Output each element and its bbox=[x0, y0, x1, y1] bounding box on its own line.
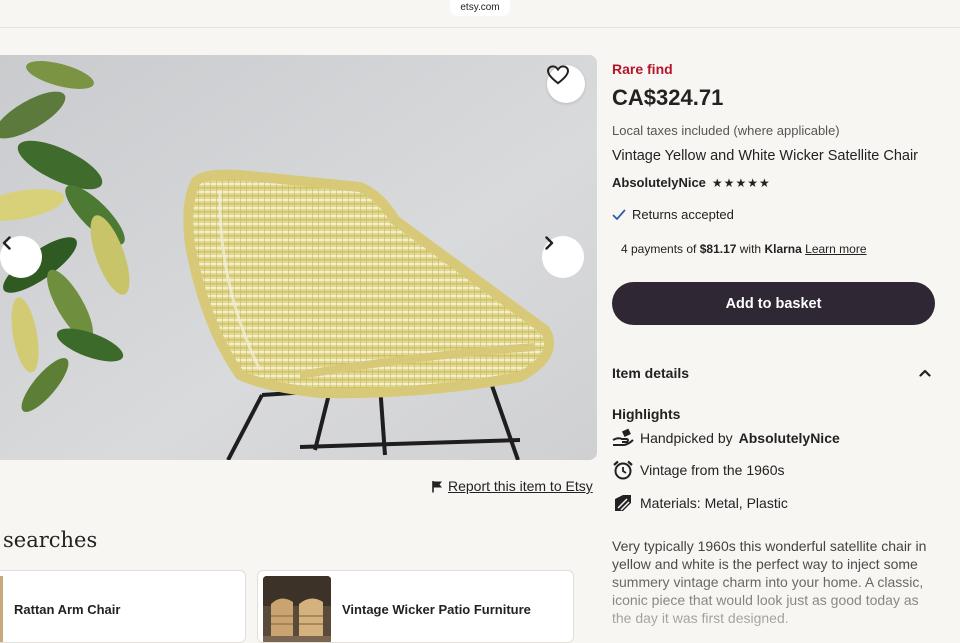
related-search-label[interactable]: Rattan Arm Chair bbox=[14, 602, 120, 617]
highlight-vintage: Vintage from the 1960s bbox=[612, 460, 785, 480]
returns-info: Returns accepted bbox=[612, 207, 734, 222]
heart-icon bbox=[547, 65, 569, 85]
listing-photo bbox=[0, 55, 597, 460]
item-details-toggle[interactable]: Item details bbox=[612, 365, 935, 381]
related-searches-heading: searches bbox=[3, 528, 98, 552]
favorite-button[interactable] bbox=[547, 65, 585, 103]
report-item-label[interactable]: Report this item to Etsy bbox=[448, 478, 593, 494]
materials-icon bbox=[615, 495, 631, 511]
listing-title: Vintage Yellow and White Wicker Satellit… bbox=[612, 148, 919, 164]
chevron-right-icon bbox=[545, 236, 554, 250]
listing-info-panel: Rare find CA$324.71 Local taxes included… bbox=[612, 0, 952, 643]
taxes-note: Local taxes included (where applicable) bbox=[612, 123, 840, 138]
highlight-materials-label: Materials: Metal, Plastic bbox=[640, 495, 788, 511]
add-to-basket-button[interactable]: Add to basket bbox=[612, 282, 935, 325]
listing-price: CA$324.71 bbox=[612, 85, 724, 110]
related-search-thumbnail bbox=[263, 576, 331, 642]
highlights-heading: Highlights bbox=[612, 406, 681, 422]
chevron-up-icon bbox=[919, 369, 931, 377]
klarna-installments: 4 payments of $81.17 with Klarna Learn m… bbox=[621, 242, 867, 256]
klarna-amount: $81.17 bbox=[699, 242, 737, 256]
chevron-left-icon bbox=[2, 236, 11, 250]
item-details-label: Item details bbox=[612, 365, 690, 381]
highlight-handpicked-prefix: Handpicked by bbox=[640, 430, 733, 446]
klarna-learn-more-link[interactable]: Learn more bbox=[805, 242, 866, 256]
listing-image-gallery[interactable] bbox=[0, 55, 597, 460]
checkmark-icon bbox=[612, 209, 626, 220]
hand-gift-icon bbox=[612, 428, 634, 446]
highlight-vintage-label: Vintage from the 1960s bbox=[640, 462, 785, 478]
description-fade-overlay bbox=[612, 560, 952, 643]
rare-find-badge: Rare find bbox=[612, 61, 673, 77]
flag-icon bbox=[432, 480, 442, 492]
highlight-handpicked: Handpicked by AbsolutelyNice bbox=[612, 428, 840, 448]
related-search-thumbnail bbox=[0, 576, 3, 642]
klarna-brand: Klarna bbox=[764, 242, 802, 256]
seller-row: AbsolutelyNice ★★★★★ bbox=[612, 175, 771, 190]
seller-name-link[interactable]: AbsolutelyNice bbox=[612, 175, 706, 190]
url-bar[interactable]: etsy.com bbox=[450, 0, 510, 16]
related-search-card[interactable]: Rattan Arm Chair bbox=[0, 570, 246, 643]
highlight-materials: Materials: Metal, Plastic bbox=[612, 493, 788, 513]
klarna-with: with bbox=[739, 242, 762, 256]
highlight-handpicked-seller[interactable]: AbsolutelyNice bbox=[739, 430, 840, 446]
klarna-prefix: 4 payments of bbox=[621, 242, 697, 256]
rating-stars[interactable]: ★★★★★ bbox=[712, 176, 771, 190]
related-search-label[interactable]: Vintage Wicker Patio Furniture bbox=[342, 602, 531, 617]
alarm-clock-icon bbox=[613, 460, 633, 480]
related-search-card[interactable]: Vintage Wicker Patio Furniture bbox=[257, 570, 574, 643]
previous-image-button[interactable] bbox=[0, 236, 42, 278]
report-item-link[interactable]: Report this item to Etsy bbox=[431, 478, 593, 494]
returns-label: Returns accepted bbox=[632, 207, 734, 222]
next-image-button[interactable] bbox=[542, 236, 584, 278]
